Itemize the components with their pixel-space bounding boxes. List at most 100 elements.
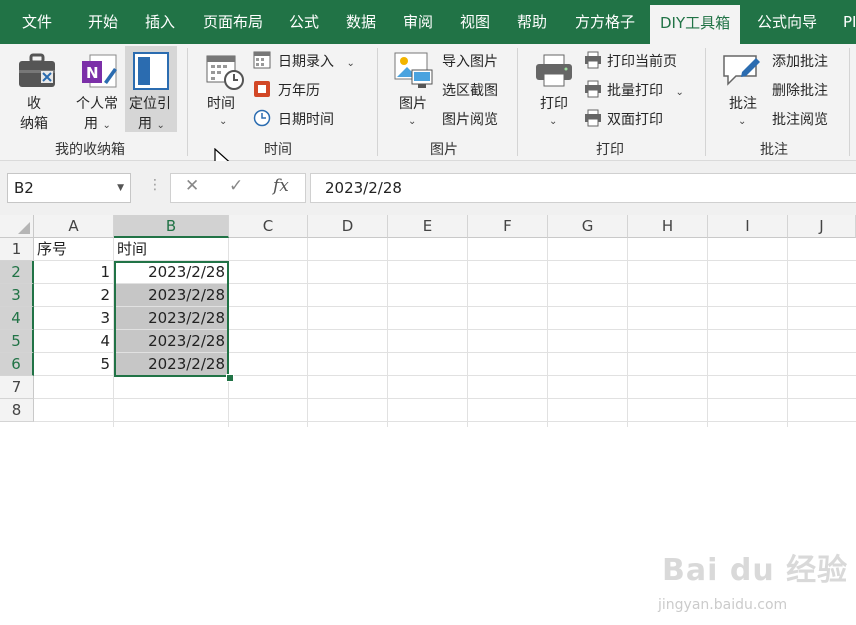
watermark-logo: Bai du 经验 xyxy=(662,553,849,588)
formula-buttons: ✕ ✓ fx xyxy=(170,173,306,203)
column-header-g[interactable]: G xyxy=(548,215,628,238)
group-separator xyxy=(187,48,188,156)
browse-comment-button[interactable]: 批注阅览 xyxy=(772,109,828,129)
comment-dropdown[interactable]: ⌄ xyxy=(738,112,746,128)
formula-input[interactable]: 2023/2/28 xyxy=(310,173,856,203)
row-header-1[interactable]: 1 xyxy=(0,238,34,261)
group-separator xyxy=(705,48,706,156)
toolbox-icon xyxy=(17,53,57,93)
tab-fangfang[interactable]: 方方格子 xyxy=(575,0,635,44)
locate-reference-icon xyxy=(133,52,169,94)
column-header-d[interactable]: D xyxy=(308,215,388,238)
row-header-2[interactable]: 2 xyxy=(0,261,34,284)
cell-a1[interactable]: 序号 xyxy=(34,238,114,261)
time-button[interactable]: 时间 xyxy=(207,93,235,113)
column-header-f[interactable]: F xyxy=(468,215,548,238)
picture-dropdown[interactable]: ⌄ xyxy=(408,112,416,128)
batch-print-icon xyxy=(584,80,602,102)
picture-button[interactable]: 图片 xyxy=(399,93,427,113)
import-picture-button[interactable]: 导入图片 xyxy=(442,51,498,71)
cell-a6[interactable]: 5 xyxy=(34,353,114,376)
name-box-dropdown-icon[interactable]: ▼ xyxy=(117,174,124,202)
tab-review[interactable]: 审阅 xyxy=(403,0,433,44)
ribbon-panel: 收 纳箱 N 个人常 用 ⌄ 定位引 用 ⌄ 我的收纳箱 时间 ⌄ 日期录入 ⌄… xyxy=(0,44,856,161)
group-label-time: 时间 xyxy=(264,142,292,158)
cell-b4[interactable]: 2023/2/28 xyxy=(114,307,229,330)
cell-b1[interactable]: 时间 xyxy=(114,238,229,261)
tab-help[interactable]: 帮助 xyxy=(517,0,547,44)
date-entry-icon xyxy=(253,51,271,73)
clock-icon xyxy=(253,109,271,131)
row-header-6[interactable]: 6 xyxy=(0,353,34,376)
tab-data[interactable]: 数据 xyxy=(346,0,376,44)
datetime-button[interactable]: 日期时间 xyxy=(278,109,334,129)
tab-diy-toolbox[interactable]: DIY工具箱 xyxy=(650,5,741,44)
row-header-4[interactable]: 4 xyxy=(0,307,34,330)
fill-handle[interactable] xyxy=(226,374,234,382)
cell-a2[interactable]: 1 xyxy=(34,261,114,284)
duplex-print-button[interactable]: 双面打印 xyxy=(607,109,663,129)
column-header-c[interactable]: C xyxy=(229,215,308,238)
locate-reference-dropdown[interactable]: 用 ⌄ xyxy=(138,113,165,133)
printer-icon xyxy=(535,54,573,92)
column-header-e[interactable]: E xyxy=(388,215,468,238)
column-header-a[interactable]: A xyxy=(34,215,114,238)
cell-b3[interactable]: 2023/2/28 xyxy=(114,284,229,307)
perpetual-calendar-button[interactable]: 万年历 xyxy=(278,80,320,100)
print-current-page-button[interactable]: 打印当前页 xyxy=(607,51,677,71)
print-dropdown[interactable]: ⌄ xyxy=(549,112,557,128)
name-box-value: B2 xyxy=(14,179,34,197)
cell-b2[interactable]: 2023/2/28 xyxy=(114,261,229,284)
group-separator xyxy=(849,48,850,156)
worksheet-grid: A B C D E F G H I J 1 2 3 4 5 6 7 8 序号 时… xyxy=(0,215,856,613)
formula-bar: B2 ▼ ⋮ ✕ ✓ fx 2023/2/28 xyxy=(0,161,856,215)
locate-reference-button[interactable]: 定位引 xyxy=(129,93,171,113)
tab-formula-wizard[interactable]: 公式向导 xyxy=(757,0,817,44)
range-screenshot-button[interactable]: 选区截图 xyxy=(442,80,498,100)
enter-icon[interactable]: ✓ xyxy=(229,176,243,196)
insert-function-icon[interactable]: fx xyxy=(273,176,289,196)
batch-print-button[interactable]: 批量打印 ⌄ xyxy=(607,80,684,100)
print-button[interactable]: 打印 xyxy=(540,93,568,113)
cell-a4[interactable]: 3 xyxy=(34,307,114,330)
column-header-i[interactable]: I xyxy=(708,215,788,238)
chevron-down-icon: ⌄ xyxy=(549,116,558,127)
row-header-3[interactable]: 3 xyxy=(0,284,34,307)
group-label-picture: 图片 xyxy=(430,142,458,158)
picture-browse-button[interactable]: 图片阅览 xyxy=(442,109,498,129)
tab-insert[interactable]: 插入 xyxy=(145,0,175,44)
storage-box-label: 纳箱 xyxy=(20,116,48,132)
chevron-down-icon: ⌄ xyxy=(219,116,228,127)
delete-comment-button[interactable]: 删除批注 xyxy=(772,80,828,100)
tab-formulas[interactable]: 公式 xyxy=(289,0,319,44)
row-header-5[interactable]: 5 xyxy=(0,330,34,353)
column-header-b[interactable]: B xyxy=(114,215,229,238)
storage-box-button[interactable]: 收 xyxy=(27,93,41,113)
tab-home[interactable]: 开始 xyxy=(88,0,118,44)
row-header-7[interactable]: 7 xyxy=(0,376,34,399)
cell-a5[interactable]: 4 xyxy=(34,330,114,353)
tab-view[interactable]: 视图 xyxy=(460,0,490,44)
name-box[interactable]: B2 ▼ xyxy=(7,173,131,203)
chevron-down-icon: ⌄ xyxy=(156,120,165,131)
date-entry-button[interactable]: 日期录入 ⌄ xyxy=(278,51,355,71)
personal-common-dropdown[interactable]: 用 ⌄ xyxy=(84,113,111,133)
cell-b5[interactable]: 2023/2/28 xyxy=(114,330,229,353)
select-all-button[interactable] xyxy=(0,215,34,238)
personal-common-button[interactable]: 个人常 xyxy=(76,93,118,113)
row-header-8[interactable]: 8 xyxy=(0,399,34,422)
column-header-h[interactable]: H xyxy=(628,215,708,238)
chevron-down-icon: ⌄ xyxy=(346,58,355,69)
tab-file[interactable]: 文件 xyxy=(22,0,52,44)
cell-a3[interactable]: 2 xyxy=(34,284,114,307)
formula-bar-grip-icon[interactable]: ⋮ xyxy=(148,177,162,193)
add-comment-button[interactable]: 添加批注 xyxy=(772,51,828,71)
time-dropdown[interactable]: ⌄ xyxy=(219,112,227,128)
tab-pi[interactable]: PI xyxy=(843,0,856,44)
cancel-icon[interactable]: ✕ xyxy=(185,176,199,196)
tab-page-layout[interactable]: 页面布局 xyxy=(203,0,263,44)
chevron-down-icon: ⌄ xyxy=(408,116,417,127)
column-header-j[interactable]: J xyxy=(788,215,856,238)
cell-b6[interactable]: 2023/2/28 xyxy=(114,353,229,376)
comment-button[interactable]: 批注 xyxy=(729,93,757,113)
